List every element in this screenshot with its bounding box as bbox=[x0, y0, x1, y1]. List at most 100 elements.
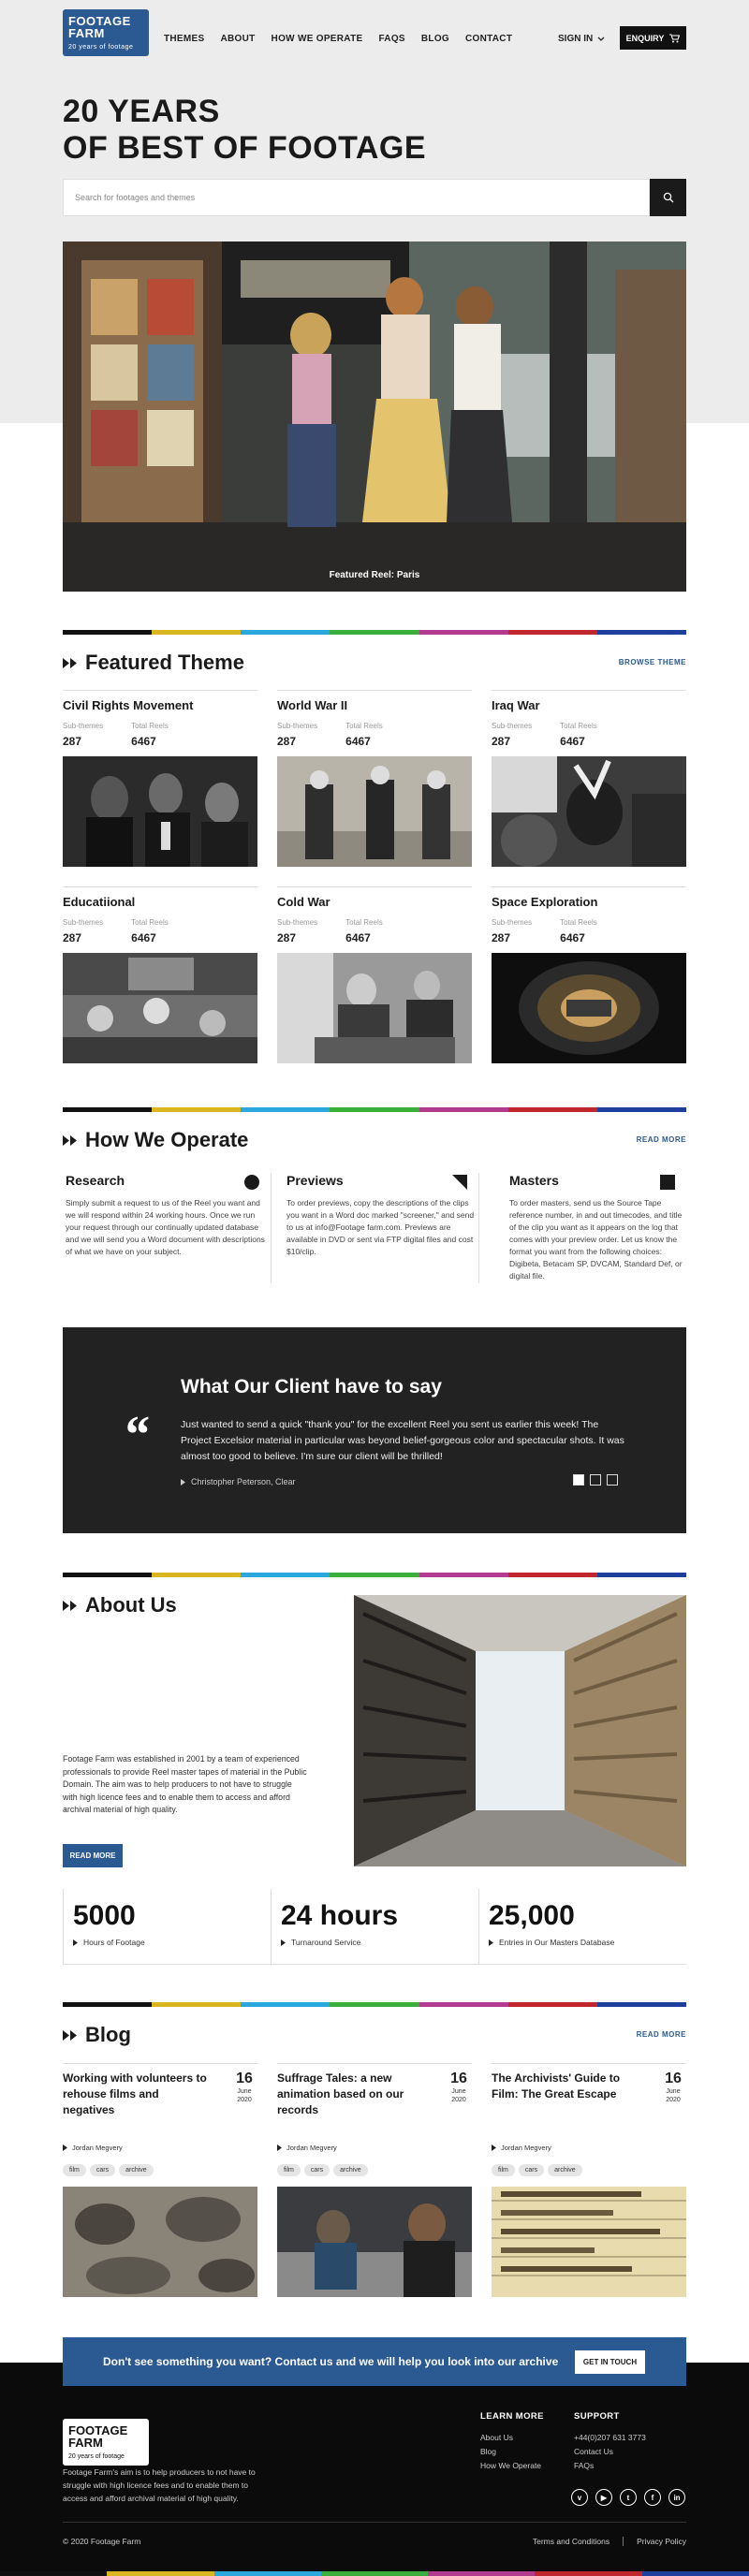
reels-label: Total Reels bbox=[560, 918, 597, 927]
tag[interactable]: film bbox=[492, 2164, 515, 2176]
terms-link[interactable]: Terms and Conditions bbox=[533, 2537, 609, 2546]
hero-title: 20 YEARS OF BEST OF FOOTAGE bbox=[63, 94, 426, 167]
privacy-link[interactable]: Privacy Policy bbox=[637, 2537, 686, 2546]
footer-logo[interactable]: FOOTAGE FARM 20 years of footage bbox=[63, 2419, 149, 2466]
blog-post[interactable]: The Archivists' Guide to Film: The Great… bbox=[492, 2063, 686, 2297]
testimonial-title: What Our Client have to say bbox=[181, 1376, 442, 1398]
fast-forward-icon bbox=[63, 1134, 77, 1146]
stripe-segment bbox=[330, 1573, 419, 1577]
post-image[interactable] bbox=[277, 2187, 472, 2297]
carousel-dot[interactable] bbox=[607, 1474, 618, 1486]
stripe-segment bbox=[107, 2571, 214, 2576]
operate-item-title: Research bbox=[66, 1173, 125, 1188]
post-tags: film cars archive bbox=[277, 2164, 368, 2176]
get-in-touch-button[interactable]: GET IN TOUCH bbox=[575, 2350, 645, 2374]
tag[interactable]: archive bbox=[119, 2164, 154, 2176]
quote-icon: “ bbox=[123, 1406, 149, 1464]
signin-button[interactable]: SIGN IN bbox=[558, 34, 605, 44]
tag[interactable]: cars bbox=[518, 2164, 545, 2176]
post-image[interactable] bbox=[492, 2187, 686, 2297]
linkedin-icon[interactable]: in bbox=[668, 2489, 685, 2506]
stripe-segment bbox=[596, 1107, 686, 1112]
stat-label: Entries in Our Masters Database bbox=[499, 1938, 615, 1947]
post-image[interactable] bbox=[63, 2187, 257, 2297]
divider bbox=[63, 2063, 257, 2064]
divider bbox=[492, 886, 686, 887]
blog-read-more-link[interactable]: READ MORE bbox=[637, 2030, 686, 2039]
theme-image[interactable] bbox=[277, 756, 472, 867]
tag[interactable]: film bbox=[277, 2164, 301, 2176]
testimonial-author: Christopher Peterson, Clear bbox=[181, 1477, 296, 1486]
stripe-segment bbox=[63, 2002, 153, 2007]
stripe-segment bbox=[330, 1107, 419, 1112]
twitter-icon[interactable]: t bbox=[620, 2489, 637, 2506]
footer-link-about[interactable]: About Us bbox=[480, 2433, 544, 2442]
browse-theme-link[interactable]: BROWSE THEME bbox=[619, 658, 686, 666]
nav-faqs[interactable]: FAQS bbox=[378, 34, 404, 44]
footer-link-contact[interactable]: Contact Us bbox=[574, 2447, 646, 2456]
color-stripe bbox=[63, 630, 686, 635]
theme-card[interactable]: Iraq War Sub-themes 287 Total Reels 6467 bbox=[492, 690, 686, 867]
search-button[interactable] bbox=[650, 179, 686, 216]
play-icon bbox=[492, 2144, 496, 2151]
reels-count: 6467 bbox=[560, 931, 585, 944]
footer-link-faqs[interactable]: FAQs bbox=[574, 2461, 646, 2470]
tag[interactable]: cars bbox=[303, 2164, 330, 2176]
play-icon bbox=[63, 2144, 67, 2151]
footer-phone[interactable]: +44(0)207 631 3773 bbox=[574, 2433, 646, 2442]
tag[interactable]: cars bbox=[89, 2164, 116, 2176]
hero-featured-image[interactable]: Featured Reel: Paris bbox=[63, 242, 686, 592]
blog-title: Blog bbox=[63, 2023, 131, 2047]
theme-image[interactable] bbox=[492, 756, 686, 867]
vimeo-icon[interactable]: v bbox=[571, 2489, 588, 2506]
post-title[interactable]: The Archivists' Guide to Film: The Great… bbox=[492, 2071, 641, 2102]
theme-image[interactable] bbox=[277, 953, 472, 1063]
stat-number: 24 hours bbox=[281, 1900, 399, 1931]
nav-about[interactable]: ABOUT bbox=[220, 34, 255, 44]
post-author: Jordan Megvery bbox=[63, 2144, 123, 2152]
color-stripe bbox=[0, 2571, 749, 2576]
theme-card[interactable]: Civil Rights Movement Sub-themes 287 Tota… bbox=[63, 690, 257, 867]
signin-label: SIGN IN bbox=[558, 34, 594, 44]
enquiry-button[interactable]: ENQUIRY bbox=[620, 26, 686, 50]
blog-post[interactable]: Working with volunteers to rehouse films… bbox=[63, 2063, 257, 2297]
nav-how-we-operate[interactable]: HOW WE OPERATE bbox=[272, 34, 363, 44]
theme-image[interactable] bbox=[63, 953, 257, 1063]
carousel-dot[interactable] bbox=[590, 1474, 601, 1486]
stripe-segment bbox=[241, 1573, 330, 1577]
stripe-segment bbox=[641, 2571, 749, 2576]
tag[interactable]: film bbox=[63, 2164, 86, 2176]
theme-image[interactable] bbox=[63, 756, 257, 867]
blog-post[interactable]: Suffrage Tales: a new animation based on… bbox=[277, 2063, 472, 2297]
operate-read-more-link[interactable]: READ MORE bbox=[637, 1135, 686, 1144]
footer-link-operate[interactable]: How We Operate bbox=[480, 2461, 544, 2470]
footer-link-blog[interactable]: Blog bbox=[480, 2447, 544, 2456]
logo[interactable]: FOOTAGE FARM 20 years of footage bbox=[63, 9, 149, 56]
divider bbox=[63, 886, 257, 887]
theme-card[interactable]: Educatiional Sub-themes 287 Total Reels 64… bbox=[63, 886, 257, 1063]
search-input[interactable]: Search for footages and themes bbox=[63, 179, 650, 216]
facebook-icon[interactable]: f bbox=[644, 2489, 661, 2506]
theme-card[interactable]: World War II Sub-themes 287 Total Reels 64… bbox=[277, 690, 472, 867]
post-day: 16 bbox=[236, 2071, 253, 2086]
post-title[interactable]: Working with volunteers to rehouse films… bbox=[63, 2071, 213, 2118]
testimonial: “ What Our Client have to say Just wante… bbox=[63, 1327, 686, 1533]
carousel-dot-active[interactable] bbox=[573, 1474, 584, 1486]
cta-text: Don't see something you want? Contact us… bbox=[103, 2355, 559, 2368]
nav-blog[interactable]: BLOG bbox=[421, 34, 449, 44]
divider bbox=[63, 690, 257, 691]
reels-count: 6467 bbox=[131, 735, 156, 748]
theme-image[interactable] bbox=[492, 953, 686, 1063]
nav-themes[interactable]: THEMES bbox=[164, 34, 204, 44]
youtube-icon[interactable]: ▶ bbox=[595, 2489, 612, 2506]
nav-contact[interactable]: CONTACT bbox=[465, 34, 512, 44]
subthemes-label: Sub-themes bbox=[492, 918, 533, 927]
tag[interactable]: archive bbox=[333, 2164, 368, 2176]
theme-card[interactable]: Space Exploration Sub-themes 287 Total Re… bbox=[492, 886, 686, 1063]
theme-card[interactable]: Cold War Sub-themes 287 Total Reels 6467 bbox=[277, 886, 472, 1063]
post-title[interactable]: Suffrage Tales: a new animation based on… bbox=[277, 2071, 427, 2118]
tag[interactable]: archive bbox=[548, 2164, 582, 2176]
circle-icon bbox=[244, 1175, 259, 1190]
post-year: 2020 bbox=[451, 2097, 466, 2103]
about-read-more-button[interactable]: READ MORE bbox=[63, 1844, 123, 1867]
